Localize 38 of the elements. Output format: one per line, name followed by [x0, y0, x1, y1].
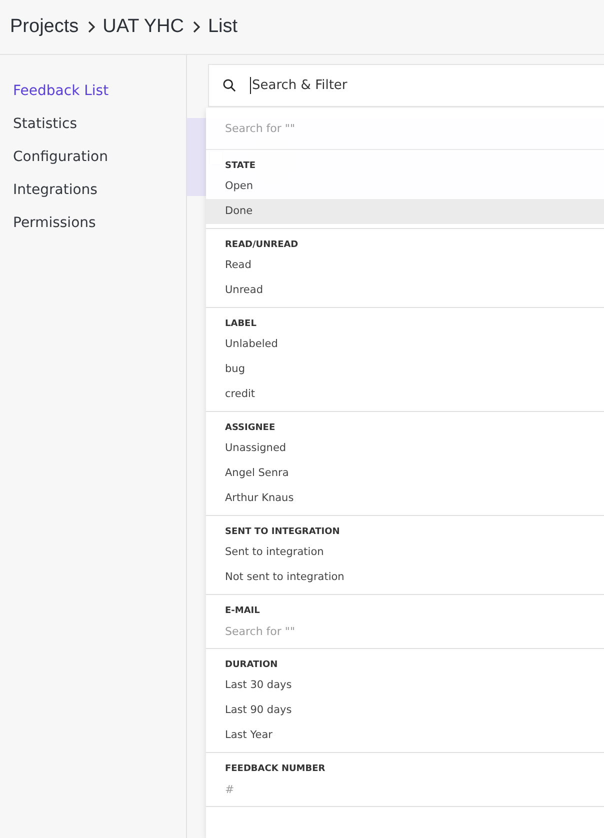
- breadcrumb-item[interactable]: Projects: [10, 16, 79, 38]
- filter-input-field[interactable]: #: [206, 777, 604, 802]
- filter-option[interactable]: Last Year: [206, 723, 604, 748]
- breadcrumb-item[interactable]: UAT YHC: [102, 16, 184, 38]
- filter-option[interactable]: credit: [206, 382, 604, 407]
- sidebar-item[interactable]: Configuration: [0, 141, 186, 174]
- sidebar-item[interactable]: Permissions: [0, 207, 186, 240]
- filter-option[interactable]: Done: [206, 199, 604, 224]
- search-icon: [223, 79, 236, 92]
- filter-option[interactable]: Unread: [206, 278, 604, 303]
- section-title: DURATION: [224, 659, 279, 672]
- search-field[interactable]: Search & Filter: [208, 64, 604, 107]
- section-title: LABEL: [224, 318, 258, 331]
- sidebar-item[interactable]: Statistics: [0, 108, 186, 141]
- filter-option[interactable]: Open: [206, 174, 604, 199]
- filter-option[interactable]: bug: [206, 357, 604, 382]
- chevron-right-icon: [86, 21, 95, 33]
- section-title: READ/UNREAD: [224, 239, 300, 252]
- section-title: E-MAIL: [224, 605, 261, 618]
- filter-option[interactable]: Angel Senra: [206, 461, 604, 486]
- sidebar-item[interactable]: Feedback List: [0, 75, 186, 108]
- sidebar-item[interactable]: Integrations: [0, 174, 186, 207]
- filter-option[interactable]: Unlabeled: [206, 332, 604, 357]
- filter-option[interactable]: Last 30 days: [206, 673, 604, 698]
- chevron-right-icon: [192, 21, 200, 33]
- section-title: FEEDBACK NUMBER: [224, 763, 326, 776]
- filter-option[interactable]: Unassigned: [206, 436, 604, 461]
- breadcrumb-item: List: [208, 16, 238, 38]
- section-title: ASSIGNEE: [224, 422, 276, 435]
- filter-option[interactable]: Sent to integration: [206, 540, 604, 565]
- filter-option[interactable]: Arthur Knaus: [206, 486, 604, 511]
- filter-input-field[interactable]: Search for "": [206, 619, 604, 644]
- filter-option[interactable]: Last 90 days: [206, 698, 604, 723]
- filter-option[interactable]: Read: [206, 253, 604, 278]
- section-title: SENT TO INTEGRATION: [224, 526, 341, 539]
- filter-option[interactable]: Not sent to integration: [206, 565, 604, 590]
- section-title: STATE: [224, 160, 256, 173]
- filter-search-field[interactable]: Search for "": [206, 108, 604, 150]
